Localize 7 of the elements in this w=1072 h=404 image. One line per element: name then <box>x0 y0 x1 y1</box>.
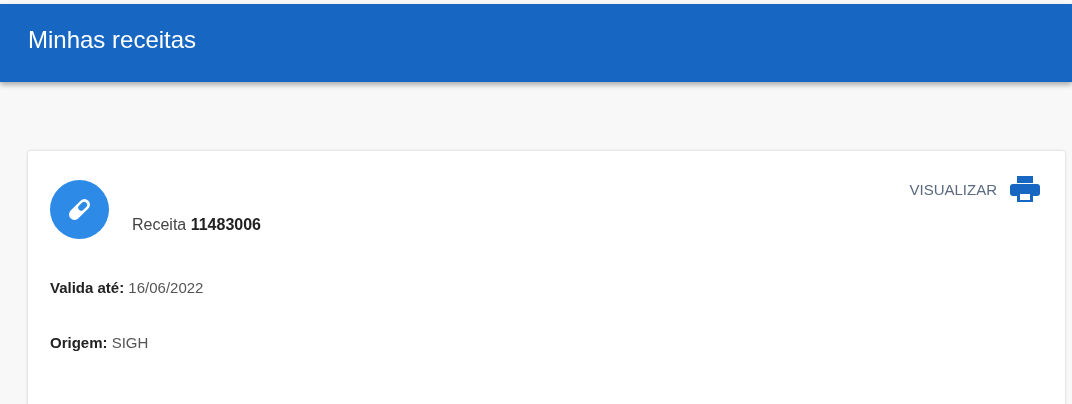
detail-text: Valida até: 16/06/2022 <box>50 279 205 296</box>
prescription-title: Receita 11483006 <box>132 216 261 234</box>
printer-icon <box>1009 175 1041 203</box>
view-button[interactable]: VISUALIZAR <box>909 175 1041 203</box>
pill-icon <box>50 180 109 239</box>
detail-text: Origem: SIGH <box>50 334 150 351</box>
page-title: Minhas receitas <box>28 26 197 54</box>
